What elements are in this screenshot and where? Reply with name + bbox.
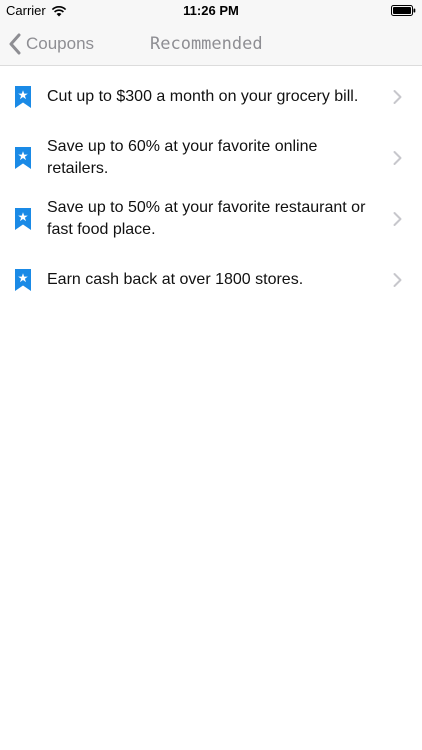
- list-item-label: Save up to 50% at your favorite restaura…: [47, 198, 366, 238]
- bookmark-star-icon: [15, 85, 31, 108]
- list-item-label: Save up to 60% at your favorite online r…: [47, 137, 318, 177]
- navigation-bar: Coupons Recommended: [0, 22, 422, 66]
- bookmark-star-icon: [15, 207, 31, 230]
- list-item[interactable]: Cut up to $300 a month on your grocery b…: [0, 66, 422, 127]
- page-title: Recommended: [150, 34, 263, 54]
- chevron-right-icon: [393, 150, 402, 165]
- battery-icon: [391, 5, 416, 16]
- list-item-label: Cut up to $300 a month on your grocery b…: [47, 87, 359, 105]
- list-item-label: Earn cash back at over 1800 stores.: [47, 270, 304, 288]
- chevron-left-icon: [9, 33, 21, 55]
- back-button-label: Coupons: [26, 34, 95, 53]
- list-item[interactable]: Earn cash back at over 1800 stores.: [0, 249, 422, 310]
- status-time: 11:26 PM: [183, 3, 239, 18]
- bookmark-star-icon: [15, 146, 31, 169]
- chevron-right-icon: [393, 211, 402, 226]
- status-bar: Carrier 11:26 PM: [0, 0, 422, 22]
- bookmark-star-icon: [15, 268, 31, 291]
- list-item[interactable]: Save up to 60% at your favorite online r…: [0, 127, 422, 188]
- back-button[interactable]: Coupons: [8, 22, 94, 66]
- recommended-list: Cut up to $300 a month on your grocery b…: [0, 66, 422, 310]
- chevron-right-icon: [393, 272, 402, 287]
- chevron-right-icon: [393, 89, 402, 104]
- list-item[interactable]: Save up to 50% at your favorite restaura…: [0, 188, 422, 249]
